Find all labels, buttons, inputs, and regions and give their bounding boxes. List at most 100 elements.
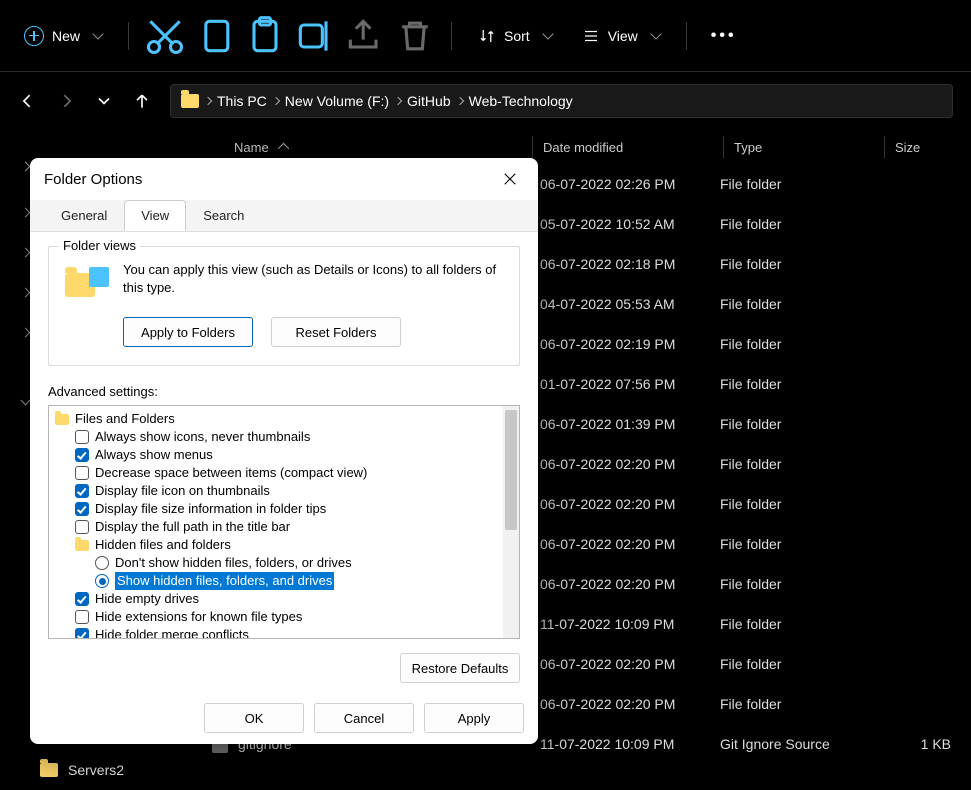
scrollbar[interactable] xyxy=(503,406,519,638)
tree-group-hidden[interactable]: Hidden files and folders xyxy=(55,536,519,554)
dialog-body: Folder views You can apply this view (su… xyxy=(30,232,538,692)
cell-type: File folder xyxy=(720,536,870,552)
dialog-tabs: General View Search xyxy=(30,200,538,232)
col-name[interactable]: Name xyxy=(234,140,269,155)
tab-search[interactable]: Search xyxy=(186,200,261,231)
cell-date: 06-07-2022 02:26 PM xyxy=(540,176,720,192)
separator xyxy=(723,136,724,158)
checkbox[interactable] xyxy=(75,466,89,480)
opt-compact[interactable]: Decrease space between items (compact vi… xyxy=(55,464,519,482)
checkbox[interactable] xyxy=(75,592,89,606)
opt-full-path-title[interactable]: Display the full path in the title bar xyxy=(55,518,519,536)
view-label: View xyxy=(608,28,638,44)
sort-button[interactable]: Sort xyxy=(466,19,564,53)
plus-icon xyxy=(24,26,44,46)
folder-views-legend: Folder views xyxy=(59,238,140,253)
tab-view[interactable]: View xyxy=(124,200,186,231)
dialog-title: Folder Options xyxy=(44,171,142,188)
new-label: New xyxy=(52,28,80,44)
cell-type: File folder xyxy=(720,616,870,632)
cell-type: File folder xyxy=(720,416,870,432)
cell-type: Git Ignore Source xyxy=(720,736,870,752)
radio[interactable] xyxy=(95,574,109,588)
col-date[interactable]: Date modified xyxy=(543,140,723,155)
scroll-thumb[interactable] xyxy=(505,410,517,530)
dialog-footer: OK Cancel Apply xyxy=(30,692,538,744)
copy-icon[interactable] xyxy=(193,18,237,54)
opt-show-hidden[interactable]: Show hidden files, folders, and drives xyxy=(55,572,519,590)
separator xyxy=(532,136,533,158)
cell-type: File folder xyxy=(720,376,870,392)
col-size[interactable]: Size xyxy=(895,140,971,155)
cell-type: File folder xyxy=(720,456,870,472)
crumb-github[interactable]: GitHub xyxy=(407,93,451,109)
opt-file-size-tips[interactable]: Display file size information in folder … xyxy=(55,500,519,518)
chevron-right-icon xyxy=(455,97,463,105)
folder-views-group: Folder views You can apply this view (su… xyxy=(48,246,520,366)
cell-type: File folder xyxy=(720,496,870,512)
breadcrumb[interactable]: This PC New Volume (F:) GitHub Web-Techn… xyxy=(170,84,953,118)
checkbox[interactable] xyxy=(75,520,89,534)
cell-date: 06-07-2022 02:20 PM xyxy=(540,536,720,552)
ok-button[interactable]: OK xyxy=(204,703,304,733)
sort-label: Sort xyxy=(504,28,530,44)
crumb-this-pc[interactable]: This PC xyxy=(217,93,267,109)
opt-file-icon-thumb[interactable]: Display file icon on thumbnails xyxy=(55,482,519,500)
col-type[interactable]: Type xyxy=(734,140,884,155)
cut-icon[interactable] xyxy=(143,18,187,54)
folder-icon xyxy=(55,414,69,425)
folder-icon xyxy=(75,540,89,551)
share-icon[interactable] xyxy=(343,18,387,54)
checkbox[interactable] xyxy=(75,484,89,498)
checkbox[interactable] xyxy=(75,628,89,639)
opt-hide-extensions[interactable]: Hide extensions for known file types xyxy=(55,608,519,626)
forward-button[interactable] xyxy=(56,91,76,111)
checkbox[interactable] xyxy=(75,502,89,516)
folder-icon xyxy=(181,94,199,108)
more-button[interactable]: ••• xyxy=(701,27,747,45)
view-button[interactable]: View xyxy=(570,19,672,53)
opt-dont-show-hidden[interactable]: Don't show hidden files, folders, or dri… xyxy=(55,554,519,572)
apply-to-folders-button[interactable]: Apply to Folders xyxy=(123,317,253,347)
apply-button[interactable]: Apply xyxy=(424,703,524,733)
cell-date: 01-07-2022 07:56 PM xyxy=(540,376,720,392)
crumb-volume[interactable]: New Volume (F:) xyxy=(285,93,389,109)
recent-button[interactable] xyxy=(94,91,114,111)
cell-type: File folder xyxy=(720,696,870,712)
radio[interactable] xyxy=(95,556,109,570)
opt-hide-empty-drives[interactable]: Hide empty drives xyxy=(55,590,519,608)
folder-options-dialog: Folder Options General View Search Folde… xyxy=(30,158,538,744)
paste-icon[interactable] xyxy=(243,18,287,54)
opt-hide-merge-conflicts[interactable]: Hide folder merge conflicts xyxy=(55,626,519,639)
cell-type: File folder xyxy=(720,576,870,592)
cell-type: File folder xyxy=(720,176,870,192)
chevron-down-icon xyxy=(542,28,553,39)
cancel-button[interactable]: Cancel xyxy=(314,703,414,733)
tab-general[interactable]: General xyxy=(44,200,124,231)
restore-defaults-button[interactable]: Restore Defaults xyxy=(400,653,520,683)
close-button[interactable] xyxy=(496,165,524,193)
cell-date: 06-07-2022 02:20 PM xyxy=(540,496,720,512)
reset-folders-button[interactable]: Reset Folders xyxy=(271,317,401,347)
cell-type: File folder xyxy=(720,296,870,312)
rename-icon[interactable] xyxy=(293,18,337,54)
up-button[interactable] xyxy=(132,91,152,111)
opt-always-icons[interactable]: Always show icons, never thumbnails xyxy=(55,428,519,446)
opt-always-menus[interactable]: Always show menus xyxy=(55,446,519,464)
checkbox[interactable] xyxy=(75,430,89,444)
cell-date: 06-07-2022 01:39 PM xyxy=(540,416,720,432)
cell-size: 1 KB xyxy=(870,736,971,752)
checkbox[interactable] xyxy=(75,448,89,462)
back-button[interactable] xyxy=(18,91,38,111)
sidebar-label: Servers2 xyxy=(68,762,124,778)
crumb-webtech[interactable]: Web-Technology xyxy=(469,93,573,109)
delete-icon[interactable] xyxy=(393,18,437,54)
chevron-down-icon xyxy=(650,28,661,39)
cell-type: File folder xyxy=(720,656,870,672)
tree-group-files[interactable]: Files and Folders xyxy=(55,410,519,428)
checkbox[interactable] xyxy=(75,610,89,624)
sort-asc-icon xyxy=(278,143,289,154)
new-button[interactable]: New xyxy=(12,18,114,54)
cell-date: 06-07-2022 02:18 PM xyxy=(540,256,720,272)
settings-tree: Files and Folders Always show icons, nev… xyxy=(49,410,519,639)
